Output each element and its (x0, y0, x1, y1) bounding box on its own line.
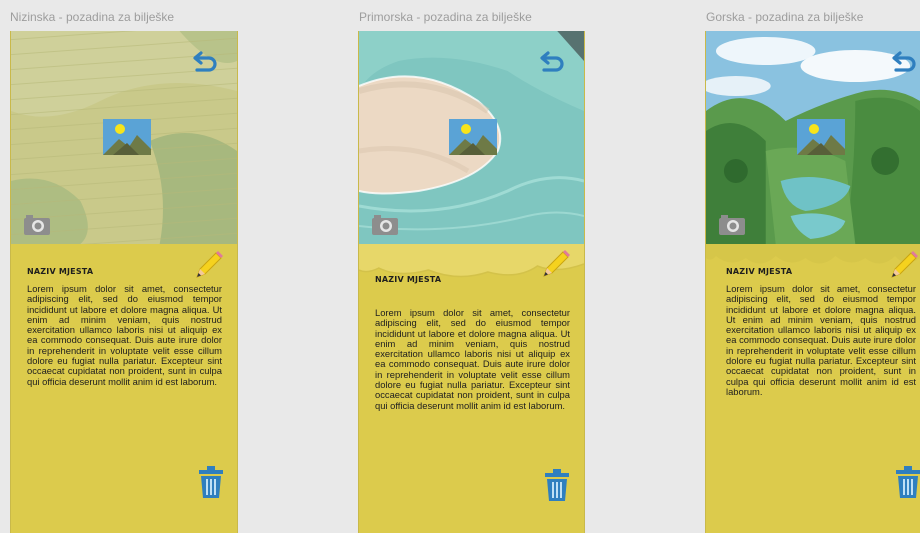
frame-title-nizinska: Nizinska - pozadina za bilješke (10, 10, 175, 24)
note-panel: NAZIV MJESTA Lorem ipsum dolor sit amet,… (706, 244, 920, 533)
place-name: NAZIV MJESTA (27, 267, 94, 276)
image-icon[interactable] (449, 119, 497, 157)
image-icon[interactable] (103, 119, 151, 157)
frame-title-gorska: Gorska - pozadina za bilješke (706, 10, 864, 24)
background-photo-field (11, 31, 237, 244)
note-text: Lorem ipsum dolor sit amet, consectetur … (726, 283, 916, 397)
note-panel: NAZIV MJESTA Lorem ipsum dolor sit amet,… (11, 244, 237, 533)
place-name: NAZIV MJESTA (726, 267, 793, 276)
trash-icon[interactable] (545, 469, 569, 501)
camera-icon[interactable] (23, 212, 51, 236)
camera-icon[interactable] (371, 212, 399, 236)
note-text: Lorem ipsum dolor sit amet, consectetur … (27, 283, 222, 387)
note-screen-nizinska: NAZIV MJESTA Lorem ipsum dolor sit amet,… (10, 31, 238, 533)
undo-icon[interactable] (890, 51, 918, 75)
note-screen-primorska: NAZIV MJESTA Lorem ipsum dolor sit amet,… (358, 31, 585, 533)
trash-icon[interactable] (896, 466, 920, 498)
place-name: NAZIV MJESTA (375, 275, 442, 284)
pencil-icon[interactable] (888, 249, 920, 281)
note-screen-gorska: NAZIV MJESTA Lorem ipsum dolor sit amet,… (705, 31, 920, 533)
trash-icon[interactable] (199, 466, 223, 498)
note-panel: NAZIV MJESTA Lorem ipsum dolor sit amet,… (359, 244, 584, 533)
image-icon[interactable] (797, 119, 845, 157)
pencil-icon[interactable] (540, 248, 572, 280)
background-photo-mountain (706, 31, 920, 244)
note-text: Lorem ipsum dolor sit amet, consectetur … (375, 307, 570, 411)
undo-icon[interactable] (538, 51, 566, 75)
background-photo-coast (359, 31, 584, 244)
undo-icon[interactable] (191, 51, 219, 75)
frame-title-primorska: Primorska - pozadina za bilješke (359, 10, 532, 24)
pencil-icon[interactable] (193, 249, 225, 281)
camera-icon[interactable] (718, 212, 746, 236)
